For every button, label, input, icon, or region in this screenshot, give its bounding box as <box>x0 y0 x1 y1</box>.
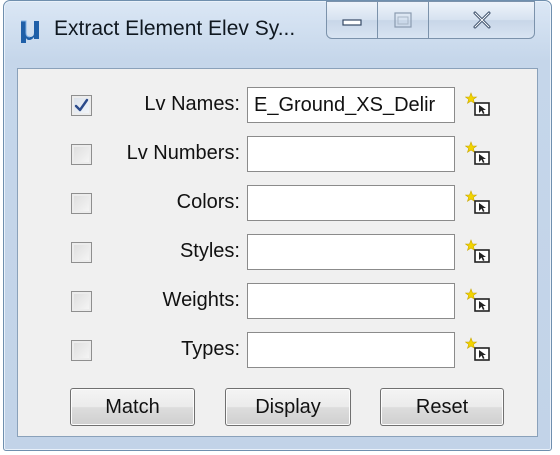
row-styles: Styles: <box>18 234 537 270</box>
styles-checkbox[interactable] <box>71 242 92 263</box>
colors-checkbox[interactable] <box>71 193 92 214</box>
window-controls <box>326 1 535 41</box>
display-button[interactable]: Display <box>225 388 351 426</box>
weights-label: Weights: <box>162 289 240 311</box>
dialog-window: Extract Element Elev Sy... Lv Names: E_G… <box>3 0 552 451</box>
row-weights: Weights: <box>18 283 537 319</box>
lv-names-label: Lv Names: <box>144 93 240 115</box>
app-icon <box>21 20 39 43</box>
reset-button[interactable]: Reset <box>380 388 504 426</box>
select-element-icon[interactable] <box>465 140 493 168</box>
styles-label: Styles: <box>179 240 240 262</box>
select-element-icon[interactable] <box>465 238 493 266</box>
lv-names-checkbox[interactable] <box>71 95 92 116</box>
dialog-content: Lv Names: E_Ground_XS_Delir Lv Numbers: … <box>17 68 538 437</box>
minimize-icon <box>342 19 362 26</box>
styles-field[interactable] <box>247 234 455 270</box>
title-bar[interactable]: Extract Element Elev Sy... <box>4 1 551 71</box>
row-colors: Colors: <box>18 185 537 221</box>
close-button[interactable] <box>428 1 535 39</box>
close-icon <box>473 11 490 29</box>
select-element-icon[interactable] <box>465 189 493 217</box>
weights-checkbox[interactable] <box>71 291 92 312</box>
lv-numbers-label: Lv Numbers: <box>126 142 240 164</box>
weights-field[interactable] <box>247 283 455 319</box>
lv-numbers-field[interactable] <box>247 136 455 172</box>
minimize-button[interactable] <box>326 1 378 39</box>
colors-field[interactable] <box>247 185 455 221</box>
lv-names-field[interactable]: E_Ground_XS_Delir <box>247 87 455 123</box>
row-lv-names: Lv Names: E_Ground_XS_Delir <box>18 87 537 123</box>
match-button[interactable]: Match <box>70 388 195 426</box>
colors-label: Colors: <box>176 191 240 213</box>
maximize-button[interactable] <box>377 1 429 39</box>
types-label: Types: <box>181 338 240 360</box>
maximize-icon <box>394 12 412 28</box>
select-element-icon[interactable] <box>465 336 493 364</box>
types-checkbox[interactable] <box>71 340 92 361</box>
checkmark-icon <box>74 98 89 112</box>
window-title: Extract Element Elev Sy... <box>54 17 296 40</box>
row-types: Types: <box>18 332 537 368</box>
lv-numbers-checkbox[interactable] <box>71 144 92 165</box>
select-element-icon[interactable] <box>465 287 493 315</box>
types-field[interactable] <box>247 332 455 368</box>
select-element-icon[interactable] <box>465 91 493 119</box>
row-lv-numbers: Lv Numbers: <box>18 136 537 172</box>
